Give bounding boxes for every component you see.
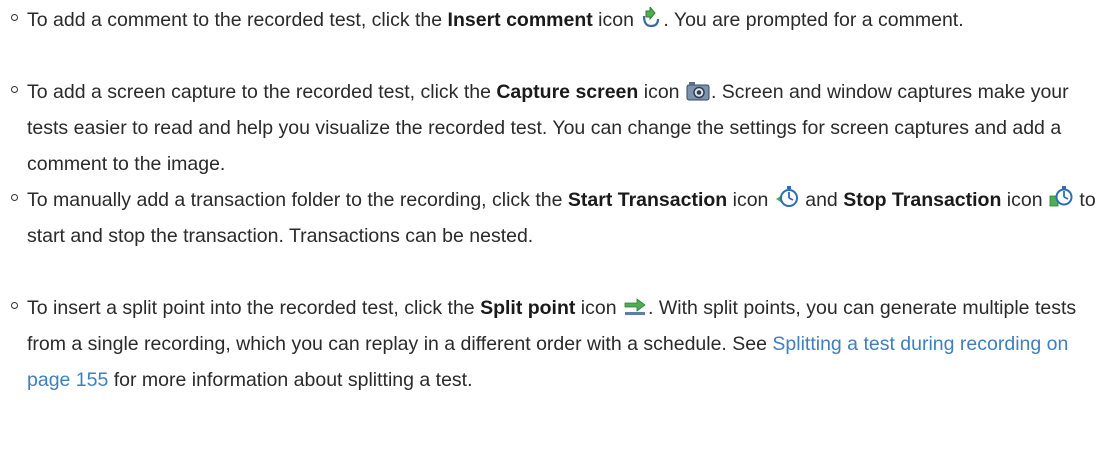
text-segment: To insert a split point into the recorde… [27, 297, 481, 319]
text-segment: icon [727, 189, 769, 211]
list-item-text: To insert a split point into the recorde… [27, 290, 1097, 398]
bold-term: Stop Transaction [843, 189, 1002, 211]
text-segment: for more information about splitting a t… [108, 369, 473, 391]
stop-transaction-icon [1049, 185, 1073, 209]
text-segment: icon [638, 81, 680, 103]
list-item-text: To manually add a transaction folder to … [27, 182, 1097, 254]
bullet [11, 86, 18, 93]
insert-comment-icon [640, 7, 662, 29]
bullet [11, 302, 18, 309]
text-segment: and [799, 189, 844, 211]
bullet [11, 194, 18, 201]
capture-screen-icon [686, 81, 710, 101]
text-segment: To manually add a transaction folder to … [27, 189, 568, 211]
text-segment: . You are prompted for a comment. [663, 9, 964, 31]
split-point-icon [623, 297, 647, 317]
text-segment: icon [592, 9, 634, 31]
list-item-text: To add a screen capture to the recorded … [27, 74, 1097, 182]
text-segment: icon [575, 297, 617, 319]
bold-term: Split point [480, 297, 576, 319]
bullet [11, 14, 18, 21]
bold-term: Start Transaction [567, 189, 728, 211]
bold-term: Capture screen [496, 81, 639, 103]
bold-term: Insert comment [447, 9, 593, 31]
text-segment: To add a screen capture to the recorded … [27, 81, 497, 103]
text-segment: icon [1001, 189, 1043, 211]
text-segment: To add a comment to the recorded test, c… [27, 9, 448, 31]
start-transaction-icon [775, 185, 799, 209]
list-item-text: To add a comment to the recorded test, c… [27, 2, 1097, 38]
